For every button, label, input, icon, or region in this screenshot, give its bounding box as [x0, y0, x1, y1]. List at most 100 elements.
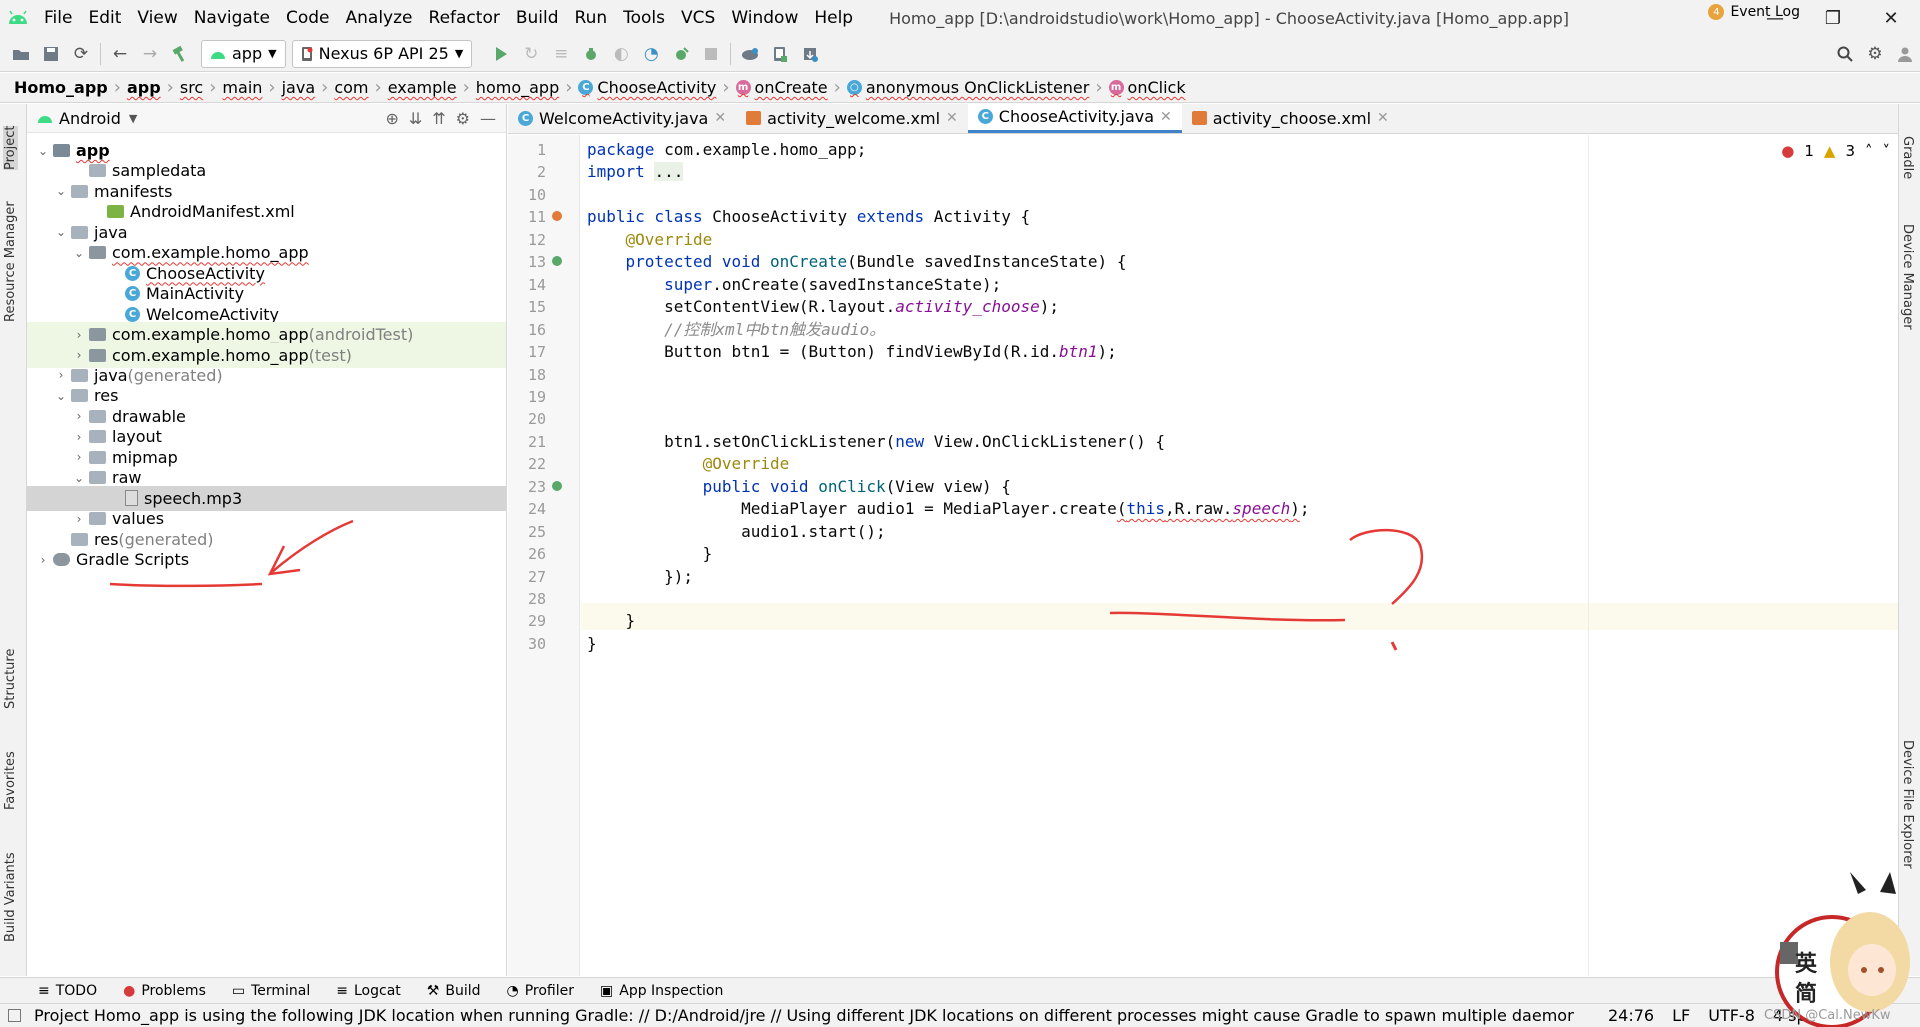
stop-icon[interactable]	[696, 39, 726, 69]
chevron-right-icon[interactable]: ›	[33, 553, 53, 567]
chevron-down-icon[interactable]: ⌄	[51, 184, 71, 198]
status-message[interactable]: Project Homo_app is using the following …	[34, 1006, 1574, 1025]
gear-icon[interactable]: ⚙	[456, 109, 470, 128]
menu-vcs[interactable]: VCS	[673, 0, 723, 36]
chevron-up-icon[interactable]: ˄	[1865, 142, 1873, 160]
code-line[interactable]: import ...	[587, 158, 684, 185]
debug-icon[interactable]	[576, 39, 606, 69]
breadcrumb-src[interactable]: src	[180, 78, 203, 97]
tool-window-profiler[interactable]: ◔ Profiler	[507, 983, 575, 999]
chevron-down-icon[interactable]: ⌄	[51, 389, 71, 403]
tab-chooseactivity-java[interactable]: C ChooseActivity.java ✕	[967, 103, 1182, 133]
chevron-right-icon[interactable]: ›	[69, 328, 89, 342]
menu-file[interactable]: File	[36, 0, 80, 36]
caret-position[interactable]: 24:76	[1608, 1006, 1654, 1025]
breadcrumb-java[interactable]: java	[282, 78, 316, 97]
attach-debugger-icon[interactable]	[666, 39, 696, 69]
forward-arrow-icon[interactable]: →	[135, 39, 165, 69]
device-manager-icon[interactable]	[765, 39, 795, 69]
tab-activity-welcome-xml[interactable]: activity_welcome.xml ✕	[736, 103, 968, 133]
tool-tab-favorites[interactable]: Favorites	[3, 751, 18, 810]
menu-help[interactable]: Help	[806, 0, 861, 36]
tool-tab-device-manager[interactable]: Device Manager	[1900, 224, 1915, 330]
tool-window-build[interactable]: ⚒ Build	[427, 983, 481, 999]
run-config-dropdown[interactable]: app ▼	[201, 39, 286, 68]
menu-window[interactable]: Window	[723, 0, 806, 36]
chevron-down-icon[interactable]: ⌄	[33, 144, 53, 158]
tool-window-app-inspection[interactable]: ▣ App Inspection	[600, 983, 723, 999]
make-project-hammer-icon[interactable]	[165, 39, 195, 69]
menu-navigate[interactable]: Navigate	[186, 0, 278, 36]
tool-window-terminal[interactable]: ▭ Terminal	[232, 983, 310, 999]
chevron-down-icon[interactable]: ⌄	[69, 246, 89, 260]
sdk-manager-icon[interactable]	[795, 39, 825, 69]
chevron-down-icon[interactable]: ▼	[129, 112, 137, 125]
menu-build[interactable]: Build	[508, 0, 567, 36]
device-dropdown[interactable]: Nexus 6P API 25 ▼	[291, 39, 473, 68]
breadcrumb-com[interactable]: com	[334, 78, 368, 97]
tool-tab-device-file-explorer[interactable]: Device File Explorer	[1900, 740, 1915, 869]
inspection-widget[interactable]: ● 1 ▲ 3 ˄ ˅	[1781, 142, 1890, 160]
account-icon[interactable]	[1890, 39, 1920, 69]
chevron-right-icon[interactable]: ›	[69, 409, 89, 423]
menu-tools[interactable]: Tools	[615, 0, 673, 36]
project-view-selector[interactable]: Android	[59, 109, 121, 128]
tool-tab-gradle[interactable]: Gradle	[1900, 136, 1915, 179]
gradle-sync-icon[interactable]	[735, 39, 765, 69]
code-line[interactable]: Button btn1 = (Button) findViewById(R.id…	[587, 338, 1117, 365]
tool-tab-resource-manager[interactable]: Resource Manager	[3, 201, 18, 322]
code-line[interactable]: });	[587, 563, 693, 590]
breadcrumb-chooseactivity[interactable]: C ChooseActivity	[578, 78, 716, 97]
collapse-all-icon[interactable]: ⇈	[432, 109, 445, 128]
run-with-coverage-icon[interactable]: ◐	[606, 39, 636, 69]
status-square-icon[interactable]	[8, 1009, 21, 1022]
chevron-right-icon[interactable]: ›	[69, 348, 89, 362]
chevron-down-icon[interactable]: ⌄	[69, 471, 89, 485]
tab-welcomeactivity-java[interactable]: C WelcomeActivity.java ✕	[508, 103, 736, 133]
run-icon[interactable]	[486, 39, 516, 69]
close-tab-icon[interactable]: ✕	[714, 110, 726, 126]
sync-icon[interactable]: ⟳	[66, 39, 96, 69]
breadcrumb-main[interactable]: main	[222, 78, 262, 97]
event-log-button[interactable]: 4 Event Log	[1708, 4, 1800, 20]
override-gutter-icon[interactable]	[552, 256, 562, 267]
restore-button[interactable]: ❐	[1804, 0, 1862, 36]
tool-tab-project[interactable]: Project	[3, 125, 18, 170]
profile-icon[interactable]: ◔	[636, 39, 666, 69]
menu-edit[interactable]: Edit	[80, 0, 129, 36]
search-icon[interactable]	[1830, 39, 1860, 69]
chevron-right-icon[interactable]: ›	[69, 430, 89, 444]
save-all-icon[interactable]	[36, 39, 66, 69]
hide-panel-icon[interactable]: —	[480, 109, 496, 128]
breadcrumb-example[interactable]: example	[388, 78, 457, 97]
breadcrumb-homo-app[interactable]: Homo_app	[14, 78, 108, 97]
tool-tab-structure[interactable]: Structure	[3, 649, 18, 709]
breadcrumb-anonymous-onclicklistener[interactable]: ○ anonymous OnClickListener	[846, 78, 1089, 97]
close-tab-icon[interactable]: ✕	[1377, 110, 1389, 126]
tree-item-gradle-scripts[interactable]: › Gradle Scripts	[27, 547, 506, 572]
tool-tab-build-variants[interactable]: Build Variants	[3, 852, 18, 942]
close-window-button[interactable]: ✕	[1862, 0, 1920, 36]
line-separator[interactable]: LF	[1672, 1006, 1690, 1025]
tool-window-logcat[interactable]: ≡ Logcat	[336, 983, 401, 999]
breadcrumb-onclick[interactable]: m onClick	[1108, 78, 1186, 97]
locate-file-icon[interactable]: ⊕	[385, 109, 398, 128]
menu-code[interactable]: Code	[278, 0, 338, 36]
run-gutter-icon[interactable]	[552, 211, 562, 222]
apply-code-changes-icon[interactable]: ≡	[546, 39, 576, 69]
chevron-down-icon[interactable]: ⌄	[51, 225, 71, 239]
close-tab-icon[interactable]: ✕	[946, 110, 958, 126]
tab-activity-choose-xml[interactable]: activity_choose.xml ✕	[1182, 103, 1399, 133]
override-gutter-icon[interactable]	[552, 480, 562, 491]
menu-refactor[interactable]: Refactor	[421, 0, 508, 36]
open-folder-icon[interactable]	[6, 39, 36, 69]
code-editor[interactable]: package com.example.homo_app; import ... p…	[581, 135, 1898, 976]
chevron-right-icon[interactable]: ›	[69, 512, 89, 526]
close-tab-icon[interactable]: ✕	[1160, 109, 1172, 125]
gear-icon[interactable]: ⚙	[1860, 39, 1890, 69]
tool-window-todo[interactable]: ≡ TODO	[38, 983, 97, 999]
menu-view[interactable]: View	[129, 0, 185, 36]
code-line[interactable]: }	[587, 630, 597, 657]
file-encoding[interactable]: UTF-8	[1708, 1006, 1755, 1025]
chevron-right-icon[interactable]: ›	[69, 450, 89, 464]
